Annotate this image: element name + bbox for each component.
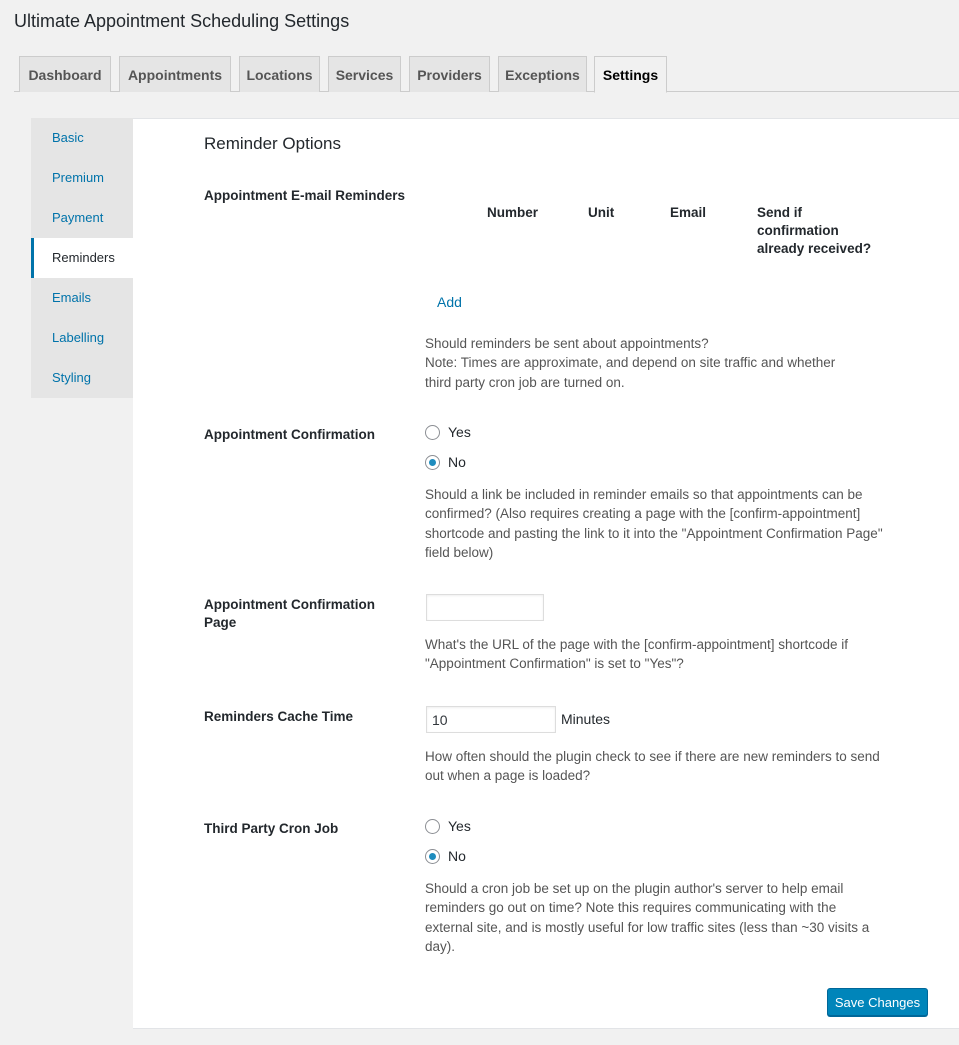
cron-job-yes-option[interactable]: Yes xyxy=(425,818,471,834)
column-header-unit: Unit xyxy=(588,205,615,220)
tab-exceptions[interactable]: Exceptions xyxy=(498,56,587,92)
cron-job-no-option[interactable]: No xyxy=(425,848,466,864)
add-reminder-link[interactable]: Add xyxy=(437,294,462,310)
sidebar-item-styling[interactable]: Styling xyxy=(31,358,133,398)
column-header-send-if-confirmed: Send if confirmation already received? xyxy=(757,205,872,256)
tab-locations[interactable]: Locations xyxy=(239,56,320,92)
confirmation-no-label: No xyxy=(448,454,466,470)
sidebar-item-basic[interactable]: Basic xyxy=(31,118,133,158)
confirmation-yes-option[interactable]: Yes xyxy=(425,424,471,440)
section-title: Reminder Options xyxy=(204,134,342,153)
cache-time-description: How often should the plugin check to see… xyxy=(425,749,880,784)
email-reminders-description: Should reminders be sent about appointme… xyxy=(425,336,836,390)
cache-time-label: Reminders Cache Time xyxy=(204,709,354,724)
email-reminders-label: Appointment E-mail Reminders xyxy=(204,188,406,203)
sidebar-item-reminders[interactable]: Reminders xyxy=(31,238,133,278)
sidebar-item-payment[interactable]: Payment xyxy=(31,198,133,238)
confirmation-no-radio[interactable] xyxy=(425,454,440,470)
cron-job-yes-label: Yes xyxy=(448,818,471,834)
tab-settings[interactable]: Settings xyxy=(594,56,667,93)
cron-job-no-radio[interactable] xyxy=(425,848,440,864)
page-title: Ultimate Appointment Scheduling Settings xyxy=(14,11,350,31)
save-changes-button[interactable]: Save Changes xyxy=(827,988,928,1016)
cron-job-no-label: No xyxy=(448,848,466,864)
confirmation-label: Appointment Confirmation xyxy=(204,427,375,442)
cron-job-description: Should a cron job be set up on the plugi… xyxy=(425,881,870,954)
cache-time-unit: Minutes xyxy=(561,711,611,727)
confirmation-page-description: What's the URL of the page with the [con… xyxy=(425,637,849,672)
confirmation-yes-radio[interactable] xyxy=(425,424,440,440)
confirmation-page-label: Appointment Confirmation Page xyxy=(204,597,375,630)
cron-job-label: Third Party Cron Job xyxy=(204,821,339,836)
tab-dashboard[interactable]: Dashboard xyxy=(19,56,111,92)
tab-appointments[interactable]: Appointments xyxy=(119,56,231,92)
tab-providers[interactable]: Providers xyxy=(409,56,490,92)
cron-job-yes-radio[interactable] xyxy=(425,818,440,834)
confirmation-page-input[interactable] xyxy=(426,594,544,621)
sidebar-item-emails[interactable]: Emails xyxy=(31,278,133,318)
sidebar-item-premium[interactable]: Premium xyxy=(31,158,133,198)
confirmation-description: Should a link be included in reminder em… xyxy=(425,487,883,560)
sidebar-item-labelling[interactable]: Labelling xyxy=(31,318,133,358)
nav-tabs: Dashboard Appointments Locations Service… xyxy=(14,56,959,93)
settings-sidebar: Basic Premium Payment Reminders Emails L… xyxy=(31,118,133,398)
tab-services[interactable]: Services xyxy=(328,56,401,92)
confirmation-no-option[interactable]: No xyxy=(425,454,466,470)
column-header-email: Email xyxy=(670,205,707,220)
column-header-number: Number xyxy=(487,205,539,220)
cache-time-input[interactable] xyxy=(426,706,556,733)
confirmation-yes-label: Yes xyxy=(448,424,471,440)
